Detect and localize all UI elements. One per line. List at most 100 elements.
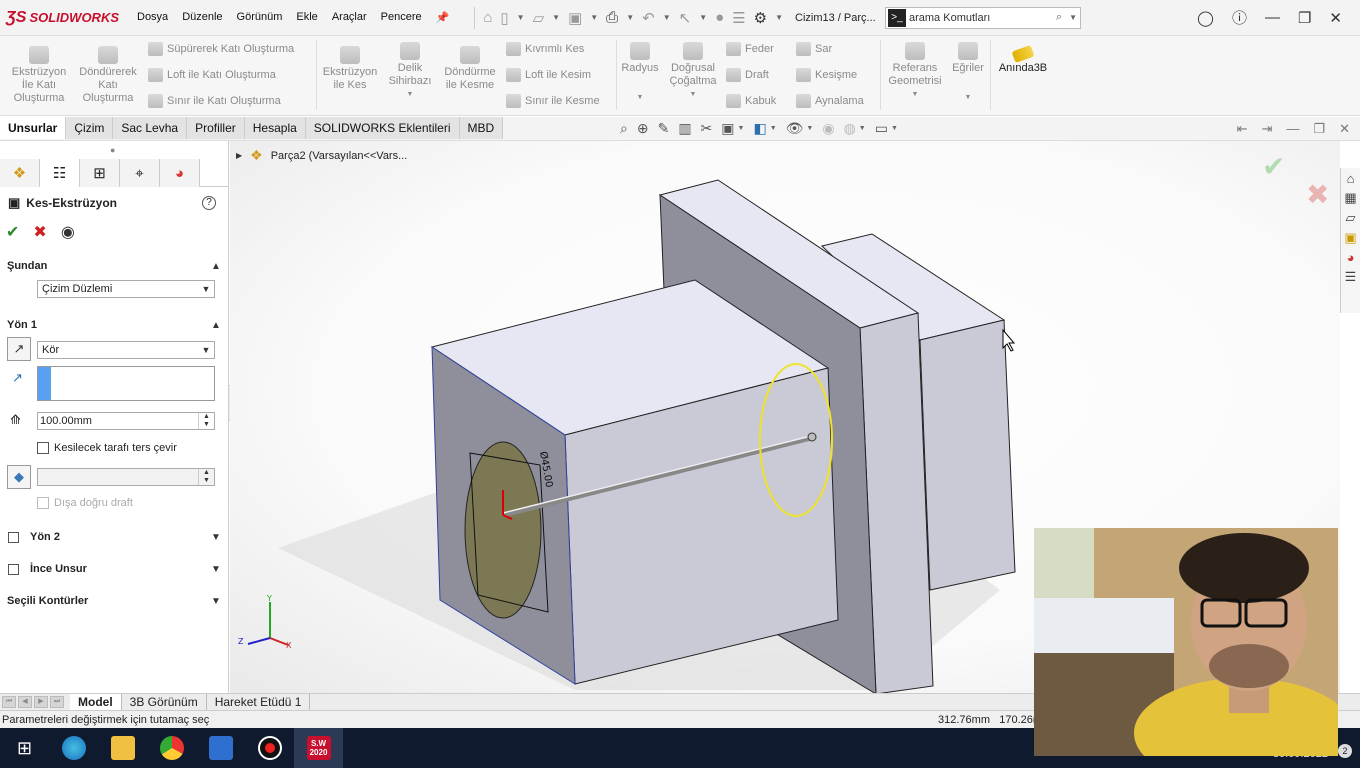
hole-wizard-button[interactable]: Delik Sihirbazı ▼	[382, 42, 438, 101]
chevron-down-icon[interactable]: ▼	[775, 13, 783, 22]
checkbox[interactable]	[8, 531, 19, 543]
menu-dosya[interactable]: Dosya	[130, 11, 175, 24]
search-icon[interactable]: ⌕	[1049, 11, 1069, 24]
extruded-cut-button[interactable]: Ekstrüzyon ile Kes	[318, 46, 382, 92]
collapse-left-icon[interactable]: ⇤	[1237, 121, 1248, 137]
chevron-down-icon[interactable]: ▼	[948, 91, 988, 104]
ok-check-icon[interactable]: ✔	[6, 222, 19, 242]
pin-icon[interactable]: 📌	[429, 11, 457, 24]
cancel-x-icon[interactable]: ✖	[33, 222, 46, 242]
minimize-icon[interactable]: —	[1286, 121, 1299, 137]
chevron-down-icon[interactable]: ▼	[203, 596, 229, 607]
home-icon[interactable]: ⌂	[483, 9, 492, 26]
chevron-down-icon[interactable]: ▼	[626, 13, 634, 22]
mirror-button[interactable]: Aynalama	[796, 94, 864, 108]
boundary-cut-button[interactable]: Sınır ile Kesme	[506, 94, 600, 108]
draft-button[interactable]: Draft	[726, 68, 769, 82]
options-gear-icon[interactable]: ⚙	[754, 9, 767, 27]
direction-selection-box[interactable]	[37, 366, 215, 401]
file-properties-icon[interactable]: ☰	[732, 9, 745, 27]
tab-motion-study[interactable]: Hareket Etüdü 1	[207, 693, 311, 711]
section-thin-feature[interactable]: İnce Unsur ▼	[0, 559, 229, 579]
section-from[interactable]: Şundan ▲	[0, 256, 229, 276]
home-icon[interactable]: ⌂	[1347, 171, 1355, 186]
tab-model[interactable]: Model	[70, 693, 122, 711]
end-condition-select[interactable]: Kör ▼	[37, 341, 215, 359]
notification-badge[interactable]: 2	[1338, 744, 1352, 758]
spin-buttons[interactable]: ▲ ▼	[198, 469, 214, 485]
confirmation-ok-icon[interactable]: ✔	[1262, 150, 1285, 183]
menu-gorunum[interactable]: Görünüm	[230, 11, 290, 24]
flip-side-checkbox[interactable]: Kesilecek tarafı ters çevir	[37, 442, 177, 454]
from-select[interactable]: Çizim Düzlemi ▼	[37, 280, 215, 298]
search-input[interactable]: arama Komutları	[909, 12, 1049, 24]
chevron-down-icon[interactable]: ▼	[618, 91, 662, 104]
instant3d-button[interactable]: Anında3B	[994, 44, 1052, 75]
tab-mbd[interactable]: MBD	[459, 117, 504, 139]
user-account-icon[interactable]: ◯	[1197, 9, 1214, 27]
lofted-cut-button[interactable]: Loft ile Kesim	[506, 68, 591, 82]
tab-evaluate[interactable]: Hesapla	[244, 117, 306, 139]
swept-boss-button[interactable]: Süpürerek Katı Oluşturma	[148, 42, 294, 56]
rib-button[interactable]: Feder	[726, 42, 774, 56]
apply-scene-icon[interactable]: ◍	[844, 120, 856, 137]
checkbox[interactable]	[37, 442, 49, 454]
undo-icon[interactable]: ↶	[642, 9, 655, 27]
view-settings-icon[interactable]: ▭	[875, 120, 888, 137]
file-explorer-icon[interactable]: ▱	[1346, 210, 1356, 226]
close-icon[interactable]: ✕	[1329, 9, 1342, 27]
menu-duzenle[interactable]: Düzenle	[175, 11, 229, 24]
depth-input[interactable]: 100.00mm ▲ ▼	[37, 412, 215, 430]
feature-manager-tab[interactable]: ❖	[0, 159, 40, 187]
hide-show-items-icon[interactable]: 👁	[786, 120, 804, 137]
preview-eye-icon[interactable]: ◉	[61, 222, 75, 242]
chevron-up-icon[interactable]: ▲	[203, 320, 229, 331]
windows-start-button[interactable]: ⊞	[0, 728, 49, 768]
chevron-down-icon[interactable]: ▼	[1069, 13, 1080, 22]
menu-ekle[interactable]: Ekle	[289, 11, 324, 24]
zoom-to-area-icon[interactable]: ⊕	[637, 120, 649, 137]
chevron-down-icon[interactable]: ▼	[203, 532, 229, 543]
fillet-button[interactable]: Radyus ▼	[618, 42, 662, 104]
zoom-to-fit-icon[interactable]: ⌕	[620, 120, 628, 137]
chevron-down-icon[interactable]: ▼	[806, 125, 813, 132]
new-document-icon[interactable]: ▯	[500, 9, 508, 27]
design-library-icon[interactable]: ▦	[1344, 190, 1356, 206]
intersect-button[interactable]: Kesişme	[796, 68, 857, 82]
configuration-manager-tab[interactable]: ⊞	[80, 159, 120, 187]
property-manager-tab[interactable]: ☷	[40, 159, 80, 187]
section-direction-2[interactable]: Yön 2 ▼	[0, 527, 229, 547]
command-search-box[interactable]: >_ arama Komutları ⌕ ▼	[885, 6, 1081, 29]
view-orientation-icon[interactable]: ▣	[721, 120, 734, 137]
custom-properties-icon[interactable]: ☰	[1345, 269, 1357, 285]
chevron-down-icon[interactable]: ▼	[198, 284, 214, 294]
checkbox[interactable]	[8, 563, 19, 575]
chevron-down-icon[interactable]: ▼	[664, 88, 722, 101]
file-explorer-button[interactable]	[98, 728, 147, 768]
chrome-button[interactable]	[147, 728, 196, 768]
chevron-down-icon[interactable]: ▼	[517, 13, 525, 22]
menu-araclar[interactable]: Araçlar	[325, 11, 374, 24]
reverse-direction-button[interactable]: ↗	[7, 337, 31, 361]
linear-pattern-button[interactable]: Doğrusal Çoğaltma ▼	[664, 42, 722, 101]
tab-addins[interactable]: SOLIDWORKS Eklentileri	[305, 117, 460, 139]
section-direction-1[interactable]: Yön 1 ▲	[0, 315, 229, 335]
revolved-cut-button[interactable]: Döndürme ile Kesme	[440, 46, 500, 92]
select-arrow-icon[interactable]: ↖	[679, 9, 692, 27]
prev-tab-icon[interactable]: ◀	[18, 696, 32, 708]
recorder-button[interactable]	[245, 728, 294, 768]
spin-buttons[interactable]: ▲ ▼	[198, 413, 214, 429]
tab-profiles[interactable]: Profiller	[187, 117, 245, 139]
revolved-boss-button[interactable]: Döndürerek Katı Oluşturma	[76, 46, 140, 105]
edit-appearance-icon[interactable]: ◉	[822, 120, 834, 137]
previous-view-icon[interactable]: ✎	[658, 120, 670, 137]
chevron-down-icon[interactable]: ▼	[203, 564, 229, 575]
help-button[interactable]: ?	[202, 196, 216, 210]
shell-button[interactable]: Kabuk	[726, 94, 776, 108]
display-style-icon[interactable]: ◧	[753, 120, 766, 137]
chevron-down-icon[interactable]: ▼	[891, 125, 898, 132]
extruded-boss-button[interactable]: Ekstrüzyon İle Katı Oluşturma	[8, 46, 70, 105]
curves-button[interactable]: Eğriler ▼	[948, 42, 988, 104]
solidworks-logo[interactable]: ƷS SOLIDWORKS	[0, 9, 130, 27]
save-icon[interactable]: ▣	[568, 9, 582, 27]
